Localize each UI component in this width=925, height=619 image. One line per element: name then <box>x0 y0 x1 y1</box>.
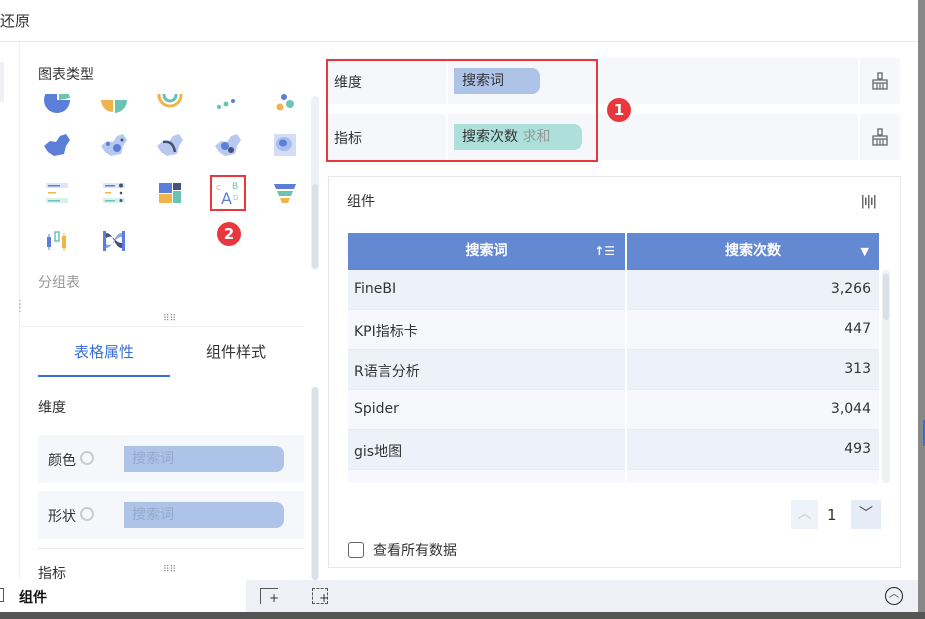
cell: 493 <box>844 441 871 457</box>
bubble-icon[interactable] <box>267 94 303 118</box>
chart-type-scrollbar[interactable] <box>311 96 319 270</box>
divider <box>38 548 304 549</box>
scrollbar-thumb[interactable] <box>312 387 318 580</box>
clear-brush-icon[interactable] <box>858 58 900 104</box>
right-edge <box>918 0 925 612</box>
flow-map-icon[interactable] <box>152 127 188 163</box>
table-row[interactable]: gis地图 493 <box>348 430 879 470</box>
multi-ring-icon[interactable] <box>152 94 188 118</box>
column-divider <box>625 470 627 483</box>
add-chart-component-icon[interactable]: + <box>260 588 279 604</box>
svg-text:D: D <box>233 194 238 202</box>
ranking-list-icon[interactable] <box>39 175 75 211</box>
table-body: FineBI 3,266 KPI指标卡 447 R语言分析 313 Spider 3,0… <box>348 270 879 483</box>
cell: R语言分析 <box>354 364 420 380</box>
bar-settings-icon[interactable]: |ı|ı| <box>861 194 877 209</box>
view-all-checkbox[interactable] <box>348 542 364 558</box>
tab-component-style[interactable]: 组件样式 <box>170 327 302 377</box>
resize-handle[interactable]: ⠿⠿ <box>163 565 176 575</box>
word-cloud-icon[interactable]: CABD <box>210 175 246 211</box>
shape-property-row: 形状 搜索词 <box>38 491 304 539</box>
bottom-bar: 组件 + + ︿ <box>0 580 918 612</box>
resize-handle[interactable]: ⋮ ⋮ <box>15 300 25 319</box>
sankey-icon[interactable] <box>96 223 132 259</box>
table-scrollbar[interactable] <box>882 270 890 483</box>
column-header-search-count[interactable]: 搜索次数 ▼ <box>627 233 879 270</box>
top-bar: 还原 <box>0 0 918 42</box>
color-label: 颜色 <box>48 453 76 469</box>
funnel-icon[interactable] <box>267 175 303 211</box>
cell: KPI指标卡 <box>354 324 418 340</box>
svg-text:B: B <box>232 182 238 192</box>
collapse-up-icon[interactable]: ︿ <box>885 587 903 605</box>
sidebar-tab[interactable] <box>0 62 4 102</box>
chart-type-title: 图表类型 <box>38 67 94 83</box>
property-tabs: 表格属性 组件样式 <box>20 326 304 377</box>
column-divider <box>625 310 627 350</box>
component-preview: 组件 |ı|ı| 搜索词 ↑☰ 搜索次数 ▼ FineBI 3,266 KPI指标卡 4… <box>328 176 901 568</box>
column-header-search-term[interactable]: 搜索词 ↑☰ <box>348 233 625 270</box>
group-table-label: 分组表 <box>38 275 80 291</box>
next-page-button[interactable]: ﹀ <box>851 500 881 529</box>
gear-icon[interactable] <box>80 451 94 465</box>
column-divider <box>625 390 627 430</box>
shape-field-chip[interactable]: 搜索词 <box>124 502 284 528</box>
bottom-edge <box>0 612 925 619</box>
chart-type-grid: CABD <box>20 94 310 294</box>
property-scrollbar[interactable] <box>311 387 319 580</box>
column-divider <box>625 430 627 470</box>
clear-brush-icon[interactable] <box>858 114 900 160</box>
gear-icon[interactable] <box>80 507 94 521</box>
shape-label: 形状 <box>48 509 76 525</box>
cell: 447 <box>844 321 871 337</box>
point-map-icon[interactable] <box>96 127 132 163</box>
view-all-label[interactable]: 查看所有数据 <box>373 540 457 560</box>
column-header-label: 搜索次数 <box>725 243 781 259</box>
scrollbar-thumb[interactable] <box>883 274 889 320</box>
dropdown-triangle-icon[interactable]: ▼ <box>861 233 869 270</box>
table-row[interactable]: KPI指标卡 447 <box>348 310 879 350</box>
region-map-icon[interactable] <box>39 127 75 163</box>
rose-chart-icon[interactable] <box>96 94 132 118</box>
prev-page-button[interactable]: ︿ <box>791 500 818 529</box>
cell: FineBI <box>354 281 397 297</box>
cell: Spider <box>354 401 399 417</box>
page-number: 1 <box>827 506 837 524</box>
dot-list-icon[interactable] <box>96 175 132 211</box>
tab-table-properties[interactable]: 表格属性 <box>38 327 170 377</box>
sort-icon[interactable]: ↑☰ <box>594 233 615 270</box>
component-tab[interactable]: 组件 <box>0 580 246 612</box>
dimension-section-title: 维度 <box>38 400 66 416</box>
color-field-chip[interactable]: 搜索词 <box>124 446 284 472</box>
cell: 3,044 <box>830 401 871 417</box>
cell: 313 <box>844 361 871 377</box>
treemap-icon[interactable] <box>152 175 188 211</box>
annotation-badge-2: 2 <box>217 222 241 246</box>
color-property-row: 颜色 搜索词 <box>38 435 304 483</box>
add-filter-component-icon[interactable]: + <box>312 588 329 604</box>
column-divider <box>625 270 627 310</box>
scatter-icon[interactable] <box>210 94 246 118</box>
table-row[interactable]: Spider 3,044 <box>348 390 879 430</box>
table-row[interactable] <box>348 470 879 483</box>
component-tab-icon <box>0 588 4 602</box>
annotation-badge-1: 1 <box>607 98 631 122</box>
pie-chart-icon[interactable] <box>39 94 75 118</box>
heat-map-icon[interactable] <box>210 127 246 163</box>
annotation-box-1 <box>326 59 598 162</box>
component-title: 组件 <box>347 194 375 210</box>
restore-button[interactable]: 还原 <box>0 10 30 31</box>
contour-map-icon[interactable] <box>267 127 303 163</box>
svg-text:A: A <box>221 189 232 208</box>
column-header-label: 搜索词 <box>465 243 508 259</box>
scrollbar-thumb[interactable] <box>312 184 318 268</box>
candlestick-icon[interactable] <box>39 223 75 259</box>
resize-handle[interactable]: ⠿⠿ <box>163 314 176 324</box>
table-row[interactable]: R语言分析 313 <box>348 350 879 390</box>
table-row[interactable]: FineBI 3,266 <box>348 270 879 310</box>
component-tab-label: 组件 <box>19 590 47 606</box>
column-divider <box>625 350 627 390</box>
cell: gis地图 <box>354 444 403 460</box>
cell: 3,266 <box>830 281 871 297</box>
